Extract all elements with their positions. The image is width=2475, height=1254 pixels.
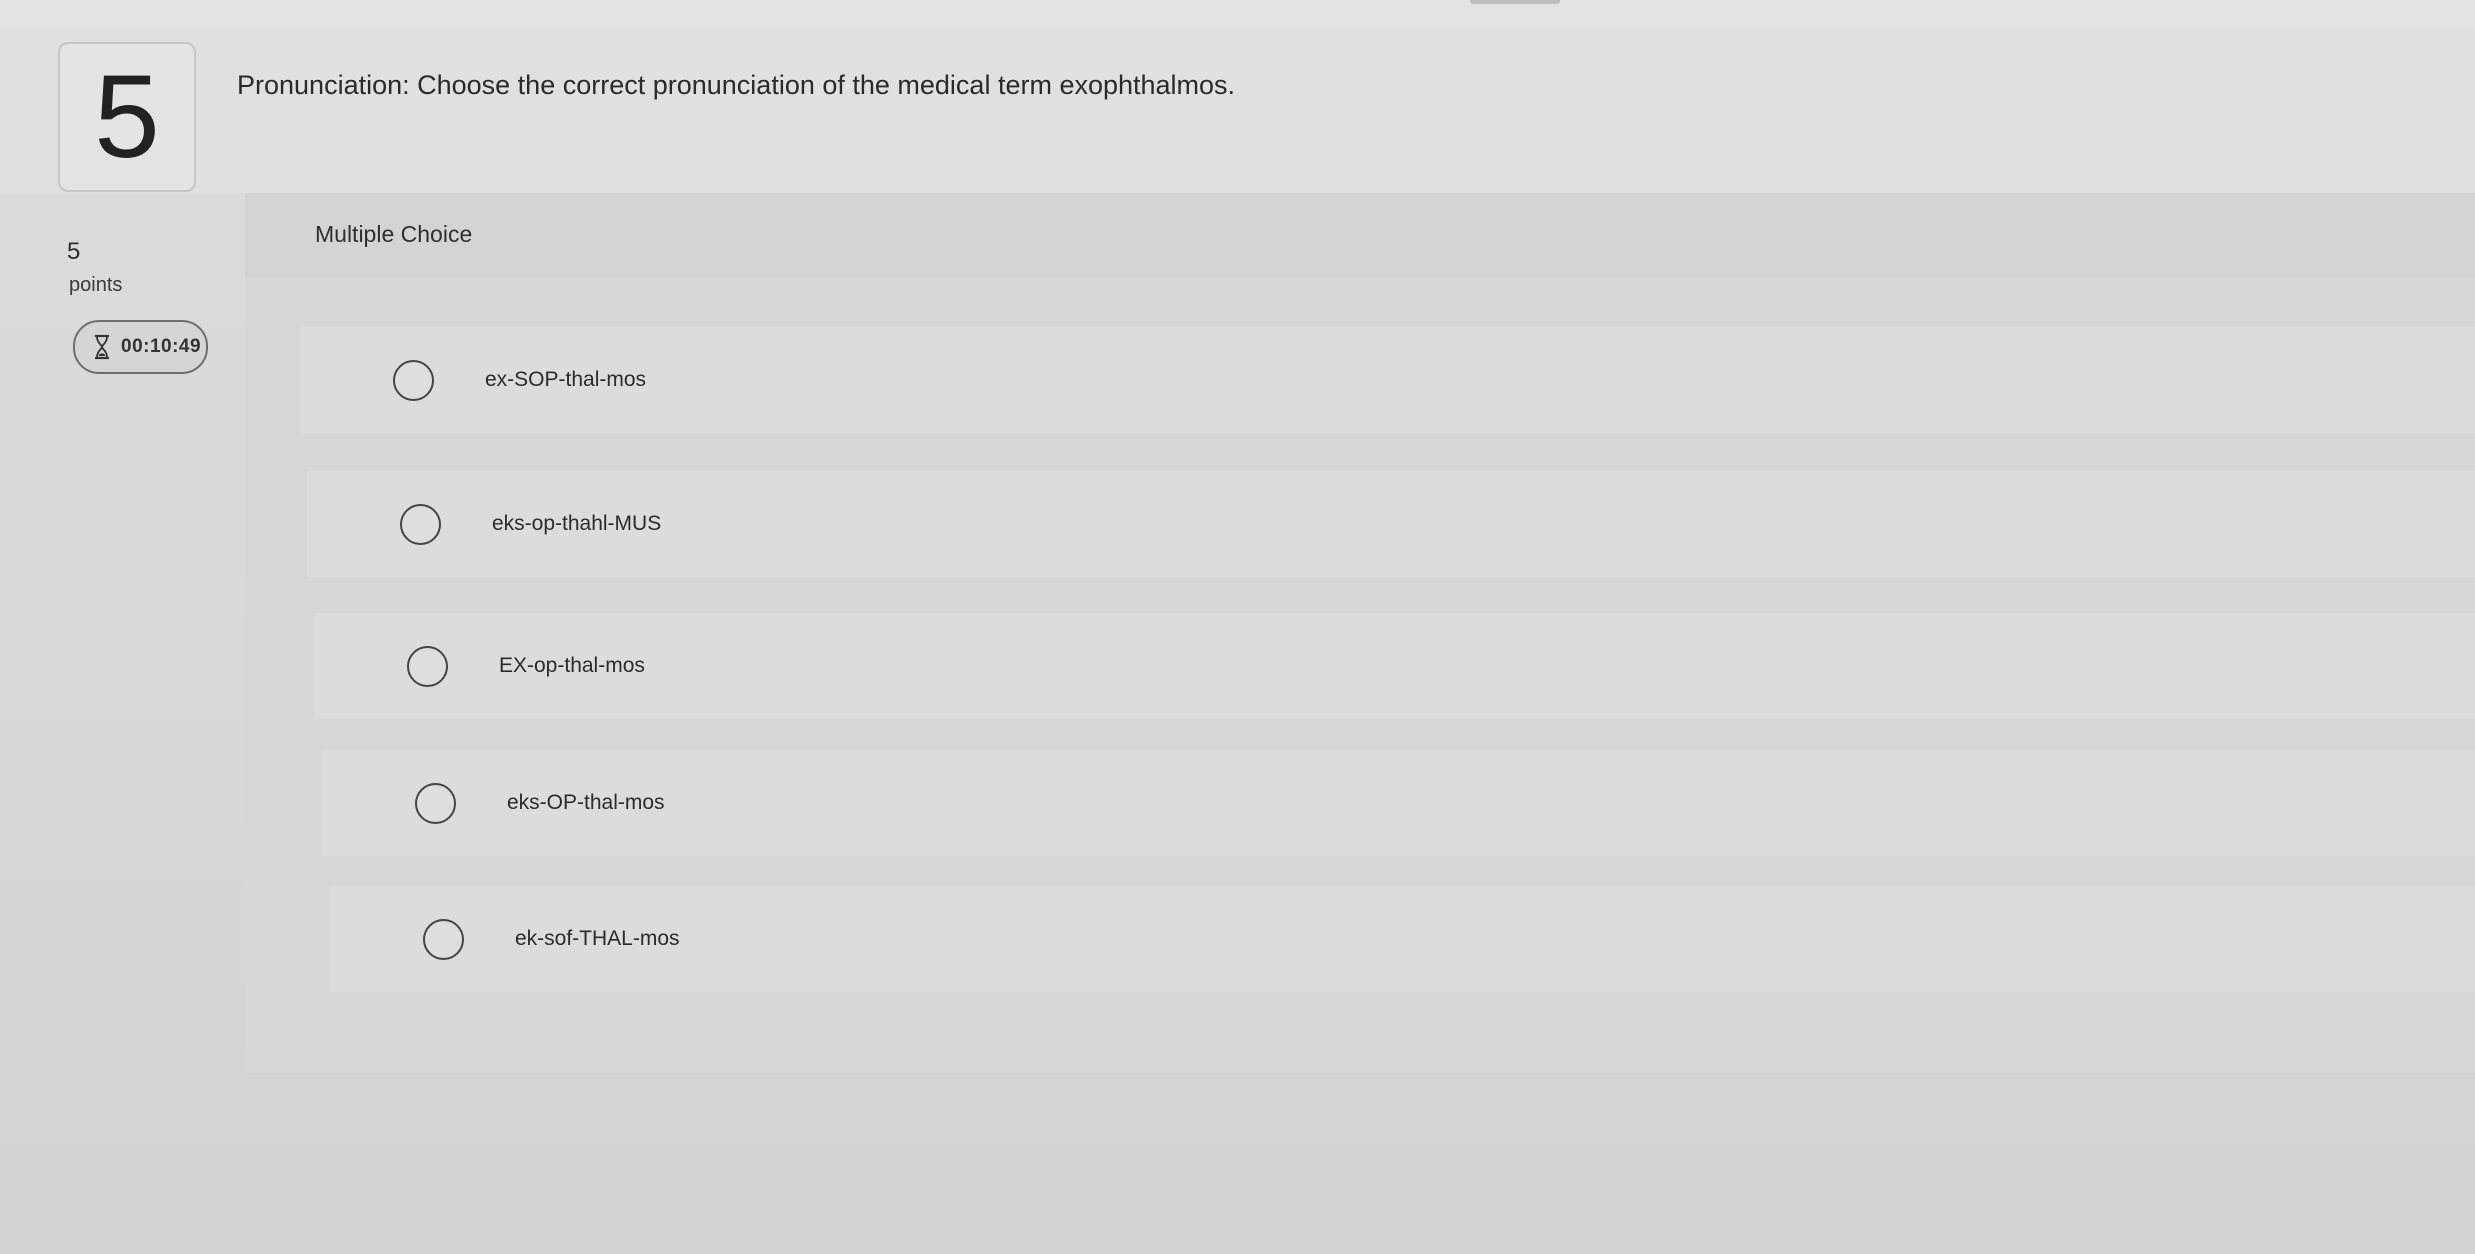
question-number: 5 xyxy=(58,42,196,192)
answer-option[interactable]: ex-SOP-thal-mos xyxy=(300,327,2475,433)
option-label: ex-SOP-thal-mos xyxy=(485,368,647,391)
question-header xyxy=(0,28,2475,193)
question-text: Pronunciation: Choose the correct pronun… xyxy=(237,70,1236,100)
points-value: 5 xyxy=(67,238,81,265)
radio-button[interactable] xyxy=(423,918,464,960)
answer-option[interactable]: ek-sof-THAL-mos xyxy=(330,886,2475,992)
points-label: points xyxy=(69,274,123,296)
top-strip xyxy=(0,0,2475,29)
radio-button[interactable] xyxy=(407,645,448,687)
radio-button[interactable] xyxy=(400,503,441,545)
multiple-choice-panel: Multiple Choice ex-SOP-thal-mos eks-op-t… xyxy=(245,193,2475,1073)
hourglass-icon xyxy=(93,334,111,360)
timer-value: 00:10:49 xyxy=(121,336,202,357)
option-label: eks-OP-thal-mos xyxy=(507,791,665,814)
option-label: ek-sof-THAL-mos xyxy=(515,927,680,950)
answer-option[interactable]: EX-op-thal-mos xyxy=(314,613,2475,719)
answer-option[interactable]: eks-OP-thal-mos xyxy=(322,750,2475,856)
timer-badge: 00:10:49 xyxy=(73,320,208,374)
radio-button[interactable] xyxy=(415,782,456,824)
top-strip-handle xyxy=(1470,0,1560,4)
panel-header: Multiple Choice xyxy=(245,193,2475,278)
radio-button[interactable] xyxy=(393,359,434,401)
answer-option[interactable]: eks-op-thahl-MUS xyxy=(307,471,2475,577)
option-label: eks-op-thahl-MUS xyxy=(492,512,662,535)
question-type-label: Multiple Choice xyxy=(315,221,473,247)
option-label: EX-op-thal-mos xyxy=(499,654,645,677)
